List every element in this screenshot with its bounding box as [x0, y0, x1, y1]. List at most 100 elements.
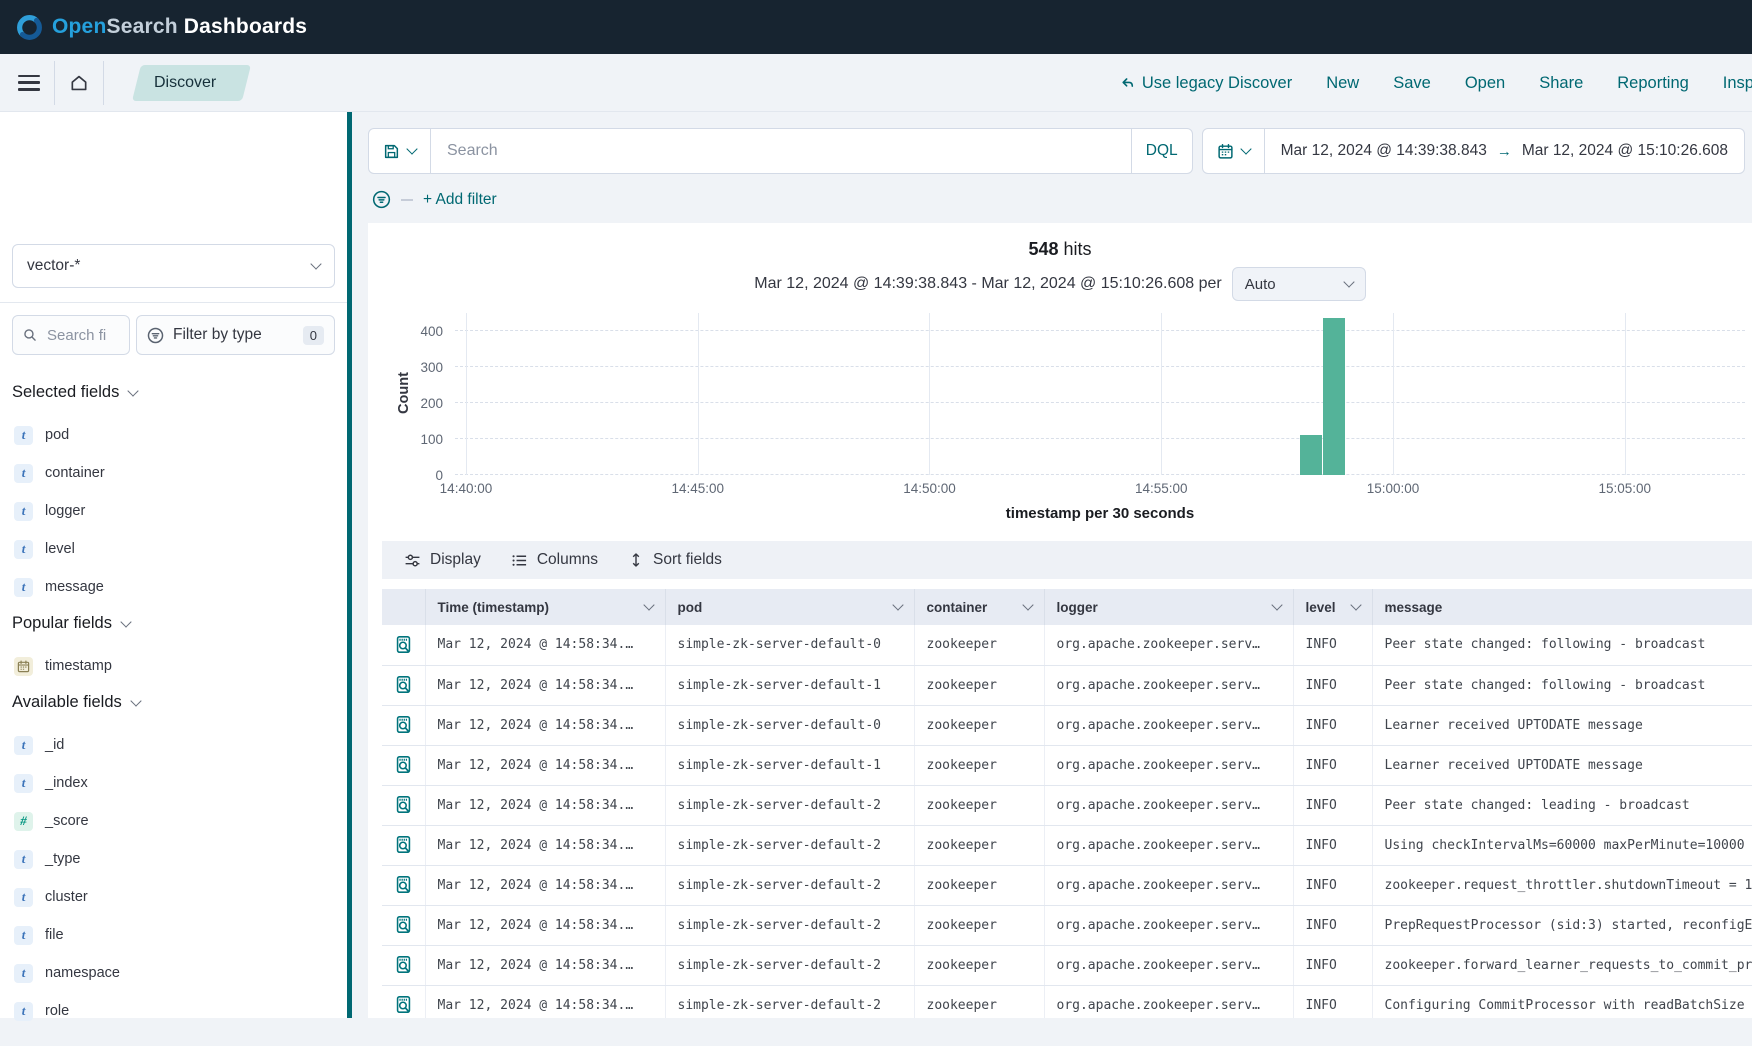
sidebar-field-namespace[interactable]: tnamespace: [12, 954, 335, 992]
interval-select[interactable]: Auto: [1232, 267, 1366, 301]
field-name: namespace: [45, 965, 120, 981]
y-tick-label: 200: [403, 396, 443, 411]
expand-document-cell[interactable]: [382, 905, 425, 945]
hits-range-text: Mar 12, 2024 @ 14:39:38.843 - Mar 12, 20…: [754, 275, 1221, 293]
expand-document-cell[interactable]: [382, 985, 425, 1018]
sidebar-field-index[interactable]: t_index: [12, 764, 335, 802]
expand-document-cell[interactable]: [382, 665, 425, 705]
sidebar-field-role[interactable]: trole: [12, 992, 335, 1030]
field-search[interactable]: [12, 315, 130, 355]
filter-row: + Add filter: [372, 190, 497, 209]
table-row: Mar 12, 2024 @ 14:58:34.…simple-zk-serve…: [382, 905, 1752, 945]
expand-document-cell[interactable]: [382, 745, 425, 785]
sidebar-field-container[interactable]: tcontainer: [12, 454, 335, 492]
header-container[interactable]: container: [914, 589, 1044, 625]
histogram-bar[interactable]: [1323, 318, 1345, 475]
date-quick-select-button[interactable]: [1203, 129, 1265, 173]
x-tick-label: 15:05:00: [1598, 481, 1651, 496]
date-to[interactable]: Mar 12, 2024 @ 15:10:26.608: [1522, 142, 1728, 160]
nav-new-button[interactable]: New: [1326, 74, 1359, 93]
expand-document-icon[interactable]: [394, 675, 413, 694]
filter-by-type-label: Filter by type: [173, 326, 262, 344]
breadcrumb-discover[interactable]: Discover: [132, 65, 242, 101]
expand-document-icon[interactable]: [394, 755, 413, 774]
date-field-icon: [17, 660, 30, 673]
add-filter-button[interactable]: + Add filter: [423, 191, 497, 209]
sidebar-field-pod[interactable]: tpod: [12, 416, 335, 454]
expand-document-cell[interactable]: [382, 945, 425, 985]
expand-document-icon[interactable]: [394, 835, 413, 854]
expand-document-icon[interactable]: [394, 915, 413, 934]
nav-save-button[interactable]: Save: [1393, 74, 1431, 93]
y-gridline: [455, 330, 1745, 331]
expand-document-icon[interactable]: [394, 995, 413, 1014]
x-tick-label: 14:55:00: [1135, 481, 1188, 496]
field-search-input[interactable]: [45, 326, 119, 345]
expand-document-icon[interactable]: [394, 715, 413, 734]
header-time-timestamp[interactable]: Time (timestamp): [425, 589, 665, 625]
query-language-button[interactable]: DQL: [1131, 129, 1192, 173]
filter-circle-icon: [147, 327, 164, 344]
sort-fields-icon: [628, 552, 644, 568]
expand-document-icon[interactable]: [394, 955, 413, 974]
documents-table: Time (timestamp)podcontainerloggerlevelm…: [382, 589, 1752, 1018]
sidebar-resize-handle[interactable]: [347, 112, 352, 1018]
container-cell: zookeeper: [914, 825, 1044, 865]
section-title: Available fields: [12, 693, 122, 712]
sidebar-field-type[interactable]: t_type: [12, 840, 335, 878]
x-gridline: [1393, 313, 1394, 475]
chevron-down-icon: [1350, 599, 1361, 610]
nav-share-button[interactable]: Share: [1539, 74, 1583, 93]
nav-use-legacy-discover-button[interactable]: Use legacy Discover: [1120, 74, 1292, 93]
query-bar: DQL Mar 12, 2024 @ 14:39:38.843 → Mar 12…: [368, 128, 1745, 174]
nav-inspect-button[interactable]: Inspect: [1723, 74, 1752, 93]
nav-reporting-button[interactable]: Reporting: [1617, 74, 1689, 93]
sort-fields-button[interactable]: Sort fields: [628, 551, 722, 569]
filter-by-type-button[interactable]: Filter by type 0: [136, 315, 335, 355]
histogram-bar[interactable]: [1300, 435, 1322, 475]
navbar-links: Use legacy Discover New Save Open Share Repor…: [1120, 54, 1752, 112]
section-selected-fields[interactable]: Selected fields: [12, 383, 335, 402]
string-field-icon: t: [14, 464, 33, 483]
date-from[interactable]: Mar 12, 2024 @ 14:39:38.843: [1281, 142, 1487, 160]
home-icon[interactable]: [69, 73, 89, 93]
expand-document-cell[interactable]: [382, 705, 425, 745]
sidebar-field-timestamp[interactable]: timestamp: [12, 647, 335, 685]
expand-document-cell[interactable]: [382, 825, 425, 865]
sidebar-field-level[interactable]: tlevel: [12, 530, 335, 568]
header-logger[interactable]: logger: [1044, 589, 1293, 625]
chevron-down-icon: [130, 695, 141, 706]
index-pattern-select[interactable]: vector-*: [12, 244, 335, 288]
expand-document-icon[interactable]: [394, 875, 413, 894]
header-pod[interactable]: pod: [665, 589, 914, 625]
message-cell: Learner received UPTODATE message: [1372, 705, 1752, 745]
saved-query-button[interactable]: [369, 129, 431, 173]
expand-document-cell[interactable]: [382, 625, 425, 665]
expand-document-icon[interactable]: [394, 635, 413, 654]
sidebar-field-score[interactable]: #_score: [12, 802, 335, 840]
filter-circle-icon[interactable]: [372, 190, 391, 209]
sidebar-field-file[interactable]: tfile: [12, 916, 335, 954]
table-row: Mar 12, 2024 @ 14:58:34.…simple-zk-serve…: [382, 945, 1752, 985]
pod-cell: simple-zk-server-default-2: [665, 905, 914, 945]
sidebar-field-logger[interactable]: tlogger: [12, 492, 335, 530]
pod-cell: simple-zk-server-default-2: [665, 825, 914, 865]
search-input[interactable]: [431, 142, 1131, 160]
x-gridline: [929, 313, 930, 475]
sidebar-field-message[interactable]: tmessage: [12, 568, 335, 606]
field-name: timestamp: [45, 658, 112, 674]
nav-open-button[interactable]: Open: [1465, 74, 1505, 93]
expand-document-cell[interactable]: [382, 865, 425, 905]
header-level[interactable]: level: [1293, 589, 1372, 625]
display-button[interactable]: Display: [404, 551, 481, 569]
string-field-icon: t: [14, 850, 33, 869]
columns-button[interactable]: Columns: [511, 551, 598, 569]
section-popular-fields[interactable]: Popular fields: [12, 614, 335, 633]
sidebar-field-id[interactable]: t_id: [12, 726, 335, 764]
logger-cell: org.apache.zookeeper.serv…: [1044, 905, 1293, 945]
expand-document-cell[interactable]: [382, 785, 425, 825]
expand-document-icon[interactable]: [394, 795, 413, 814]
menu-icon[interactable]: [18, 75, 40, 91]
sidebar-field-cluster[interactable]: tcluster: [12, 878, 335, 916]
section-available-fields[interactable]: Available fields: [12, 693, 335, 712]
